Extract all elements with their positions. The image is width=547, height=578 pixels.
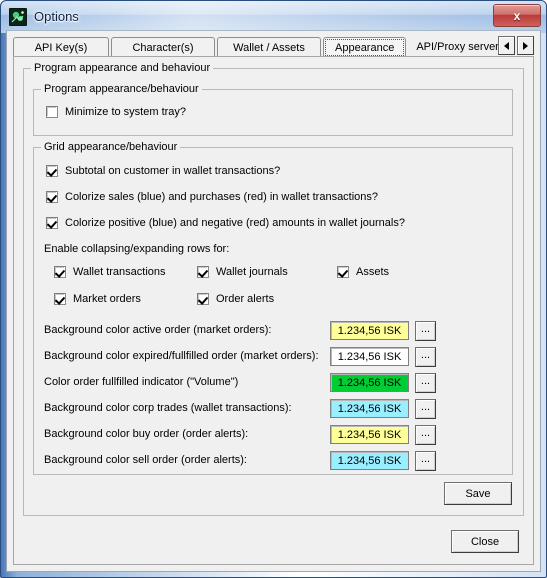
checkbox-minimize-to-tray[interactable]: Minimize to system tray?: [46, 106, 186, 118]
checkbox-collapse-wallet-transactions[interactable]: Wallet transactions: [54, 266, 166, 278]
close-button[interactable]: Close: [451, 530, 519, 553]
tab-characters[interactable]: Character(s): [111, 37, 215, 58]
checkbox-collapse-assets[interactable]: Assets: [337, 266, 389, 278]
group-grid-appearance-behaviour: Grid appearance/behaviour Subtotal on cu…: [33, 141, 513, 475]
checkbox-box[interactable]: [337, 266, 349, 278]
checkbox-label: Assets: [356, 266, 390, 278]
color-browse-button-active-order[interactable]: ...: [415, 321, 436, 341]
tab-page-appearance: Program appearance and behaviour Program…: [13, 56, 534, 565]
checkbox-box[interactable]: [46, 106, 58, 118]
checkbox-box[interactable]: [46, 191, 58, 203]
tab-scroll-left-button[interactable]: [498, 36, 515, 55]
checkbox-label: Market orders: [73, 293, 141, 305]
color-row-sell-order: Background color sell order (order alert…: [34, 451, 512, 471]
checkbox-collapse-wallet-journals[interactable]: Wallet journals: [197, 266, 288, 278]
checkbox-box[interactable]: [197, 293, 209, 305]
color-row-expired-order: Background color expired/fullfilled orde…: [34, 347, 512, 367]
titlebar[interactable]: Options x: [1, 1, 546, 32]
color-swatch-expired-order[interactable]: 1.234,56 ISK: [330, 347, 409, 366]
tab-wallet-assets[interactable]: Wallet / Assets: [217, 37, 321, 58]
group-legend-grid: Grid appearance/behaviour: [41, 141, 181, 153]
checkbox-box[interactable]: [197, 266, 209, 278]
checkbox-label: Order alerts: [216, 293, 275, 305]
window-title: Options: [34, 9, 79, 24]
checkbox-label: Wallet journals: [216, 266, 288, 278]
color-swatch-corp-trades[interactable]: 1.234,56 ISK: [330, 399, 409, 418]
collapsing-heading: Enable collapsing/expanding rows for:: [44, 243, 230, 255]
group-program-appearance-and-behaviour: Program appearance and behaviour Program…: [23, 62, 524, 516]
checkbox-subtotal-customer[interactable]: Subtotal on customer in wallet transacti…: [46, 165, 280, 177]
color-row-label: Background color expired/fullfilled orde…: [44, 350, 319, 362]
color-row-corp-trades: Background color corp trades (wallet tra…: [34, 399, 512, 419]
checkbox-collapse-market-orders[interactable]: Market orders: [54, 293, 141, 305]
client-area: API Key(s) Character(s) Wallet / Assets …: [6, 30, 541, 572]
checkbox-colorize-positive-negative[interactable]: Colorize positive (blue) and negative (r…: [46, 217, 405, 229]
chevron-right-icon: [523, 41, 528, 50]
checkbox-label: Wallet transactions: [73, 266, 166, 278]
checkbox-collapse-order-alerts[interactable]: Order alerts: [197, 293, 274, 305]
color-swatch-active-order[interactable]: 1.234,56 ISK: [330, 321, 409, 340]
checkbox-label: Colorize sales (blue) and purchases (red…: [65, 191, 379, 203]
checkbox-box[interactable]: [54, 293, 66, 305]
color-row-label: Background color buy order (order alerts…: [44, 428, 249, 440]
checkbox-colorize-sales-purchases[interactable]: Colorize sales (blue) and purchases (red…: [46, 191, 378, 203]
options-window: Options x API Key(s) Character(s) Wallet…: [0, 0, 547, 578]
close-window-button[interactable]: x: [493, 4, 541, 27]
save-button[interactable]: Save: [444, 482, 512, 505]
color-row-label: Background color corp trades (wallet tra…: [44, 402, 292, 414]
tab-appearance[interactable]: Appearance: [323, 37, 407, 58]
group-legend-outer: Program appearance and behaviour: [31, 62, 214, 74]
checkbox-label: Colorize positive (blue) and negative (r…: [65, 217, 405, 229]
checkbox-box[interactable]: [54, 266, 66, 278]
color-row-label: Background color active order (market or…: [44, 324, 272, 336]
tab-api-proxy-server[interactable]: API/Proxy server: [408, 37, 510, 58]
group-legend-program: Program appearance/behaviour: [41, 83, 202, 95]
color-browse-button-sell-order[interactable]: ...: [415, 451, 436, 471]
checkbox-box[interactable]: [46, 165, 58, 177]
color-browse-button-fullfilled-indicator[interactable]: ...: [415, 373, 436, 393]
app-icon: [9, 7, 27, 26]
tab-row: API Key(s) Character(s) Wallet / Assets …: [13, 35, 512, 58]
chevron-left-icon: [504, 41, 509, 50]
color-swatch-sell-order[interactable]: 1.234,56 ISK: [330, 451, 409, 470]
color-row-fullfilled-indicator: Color order fullfilled indicator ("Volum…: [34, 373, 512, 393]
color-row-buy-order: Background color buy order (order alerts…: [34, 425, 512, 445]
color-swatch-fullfilled-indicator[interactable]: 1.234,56 ISK: [330, 373, 409, 392]
color-browse-button-corp-trades[interactable]: ...: [415, 399, 436, 419]
color-row-label: Background color sell order (order alert…: [44, 454, 247, 466]
color-browse-button-expired-order[interactable]: ...: [415, 347, 436, 367]
group-program-appearance-behaviour: Program appearance/behaviour Minimize to…: [33, 83, 513, 136]
color-row-active-order: Background color active order (market or…: [34, 321, 512, 341]
checkbox-label: Minimize to system tray?: [65, 106, 187, 118]
color-row-label: Color order fullfilled indicator ("Volum…: [44, 376, 239, 388]
close-icon: x: [513, 8, 521, 23]
color-browse-button-buy-order[interactable]: ...: [415, 425, 436, 445]
checkbox-label: Subtotal on customer in wallet transacti…: [65, 165, 281, 177]
tab-scroll-buttons: [496, 36, 534, 55]
color-swatch-buy-order[interactable]: 1.234,56 ISK: [330, 425, 409, 444]
tab-scroll-right-button[interactable]: [517, 36, 534, 55]
tab-api-keys[interactable]: API Key(s): [13, 37, 109, 58]
checkbox-box[interactable]: [46, 217, 58, 229]
